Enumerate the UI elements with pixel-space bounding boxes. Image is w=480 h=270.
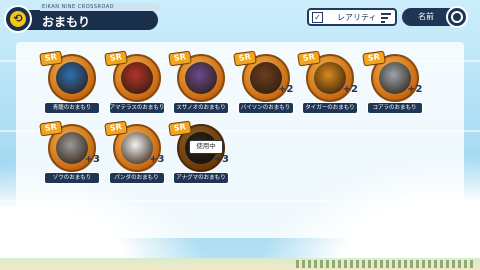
upgrade-level: +2: [342, 84, 358, 95]
back-button[interactable]: ⟲: [4, 5, 32, 33]
charm-item[interactable]: SR +2 タイガーのおまもり: [297, 50, 358, 116]
susanoo-icon: [185, 62, 217, 94]
header: EIKAN NINE CROSSROAD おまもり ⟲: [0, 0, 165, 36]
upgrade-level: +2: [278, 84, 294, 95]
charm-item[interactable]: SR +3 パンダのおまもり: [103, 120, 165, 186]
bison-icon: [249, 62, 282, 94]
charm-item[interactable]: SR +2 コアラのおまもり: [361, 50, 423, 116]
koala-icon: [378, 62, 411, 94]
page-title: おまもり: [42, 15, 91, 29]
ground-figures: [296, 260, 476, 268]
panda-icon: [120, 132, 153, 164]
charm-name-label: コアラのおまもり: [366, 102, 423, 114]
back-arrow-icon: ⟲: [10, 11, 26, 27]
refresh-button[interactable]: [446, 6, 468, 28]
sort-lines-icon: [381, 13, 391, 25]
upgrade-level: +2: [407, 84, 423, 95]
charm-item[interactable]: SR +3 ゾウのおまもり: [39, 120, 100, 186]
sort-label: レアリティ: [337, 13, 377, 22]
name-sort-toggle[interactable]: 名前: [402, 6, 468, 28]
charm-name-label: アナグマのおまもり: [173, 172, 229, 184]
charm-item[interactable]: SR アマテラスのおまもり: [103, 50, 165, 116]
dragon-icon: [56, 62, 88, 94]
amaterasu-icon: [120, 62, 153, 94]
charm-item[interactable]: 使用中 SR +3 アナグマのおまもり: [168, 120, 229, 186]
charm-name-label: ゾウのおまもり: [44, 172, 100, 184]
sort-dropdown[interactable]: ✓ レアリティ: [307, 8, 397, 26]
in-use-badge: 使用中: [189, 140, 223, 154]
charm-item[interactable]: SR 青龍のおまもり: [39, 50, 100, 116]
charm-name-label: パンダのおまもり: [108, 172, 165, 184]
checkmark-icon: ✓: [312, 12, 323, 23]
upgrade-level: +3: [84, 154, 100, 165]
upgrade-level: +3: [213, 154, 229, 165]
charm-item[interactable]: SR スサノオのおまもり: [168, 50, 229, 116]
charm-name-label: 青龍のおまもり: [44, 102, 100, 114]
charm-name-label: スサノオのおまもり: [173, 102, 229, 114]
charm-name-label: バイソンのおまもり: [237, 102, 294, 114]
name-label: 名前: [418, 12, 434, 21]
charm-name-label: アマテラスのおまもり: [108, 102, 165, 114]
charm-item[interactable]: SR +2 バイソンのおまもり: [232, 50, 294, 116]
charm-name-label: タイガーのおまもり: [302, 102, 358, 114]
upgrade-level: +3: [149, 154, 165, 165]
tiger-icon: [314, 62, 346, 94]
elephant-icon: [56, 132, 88, 164]
header-subtitle: EIKAN NINE CROSSROAD: [40, 3, 160, 11]
refresh-icon: [451, 11, 463, 23]
